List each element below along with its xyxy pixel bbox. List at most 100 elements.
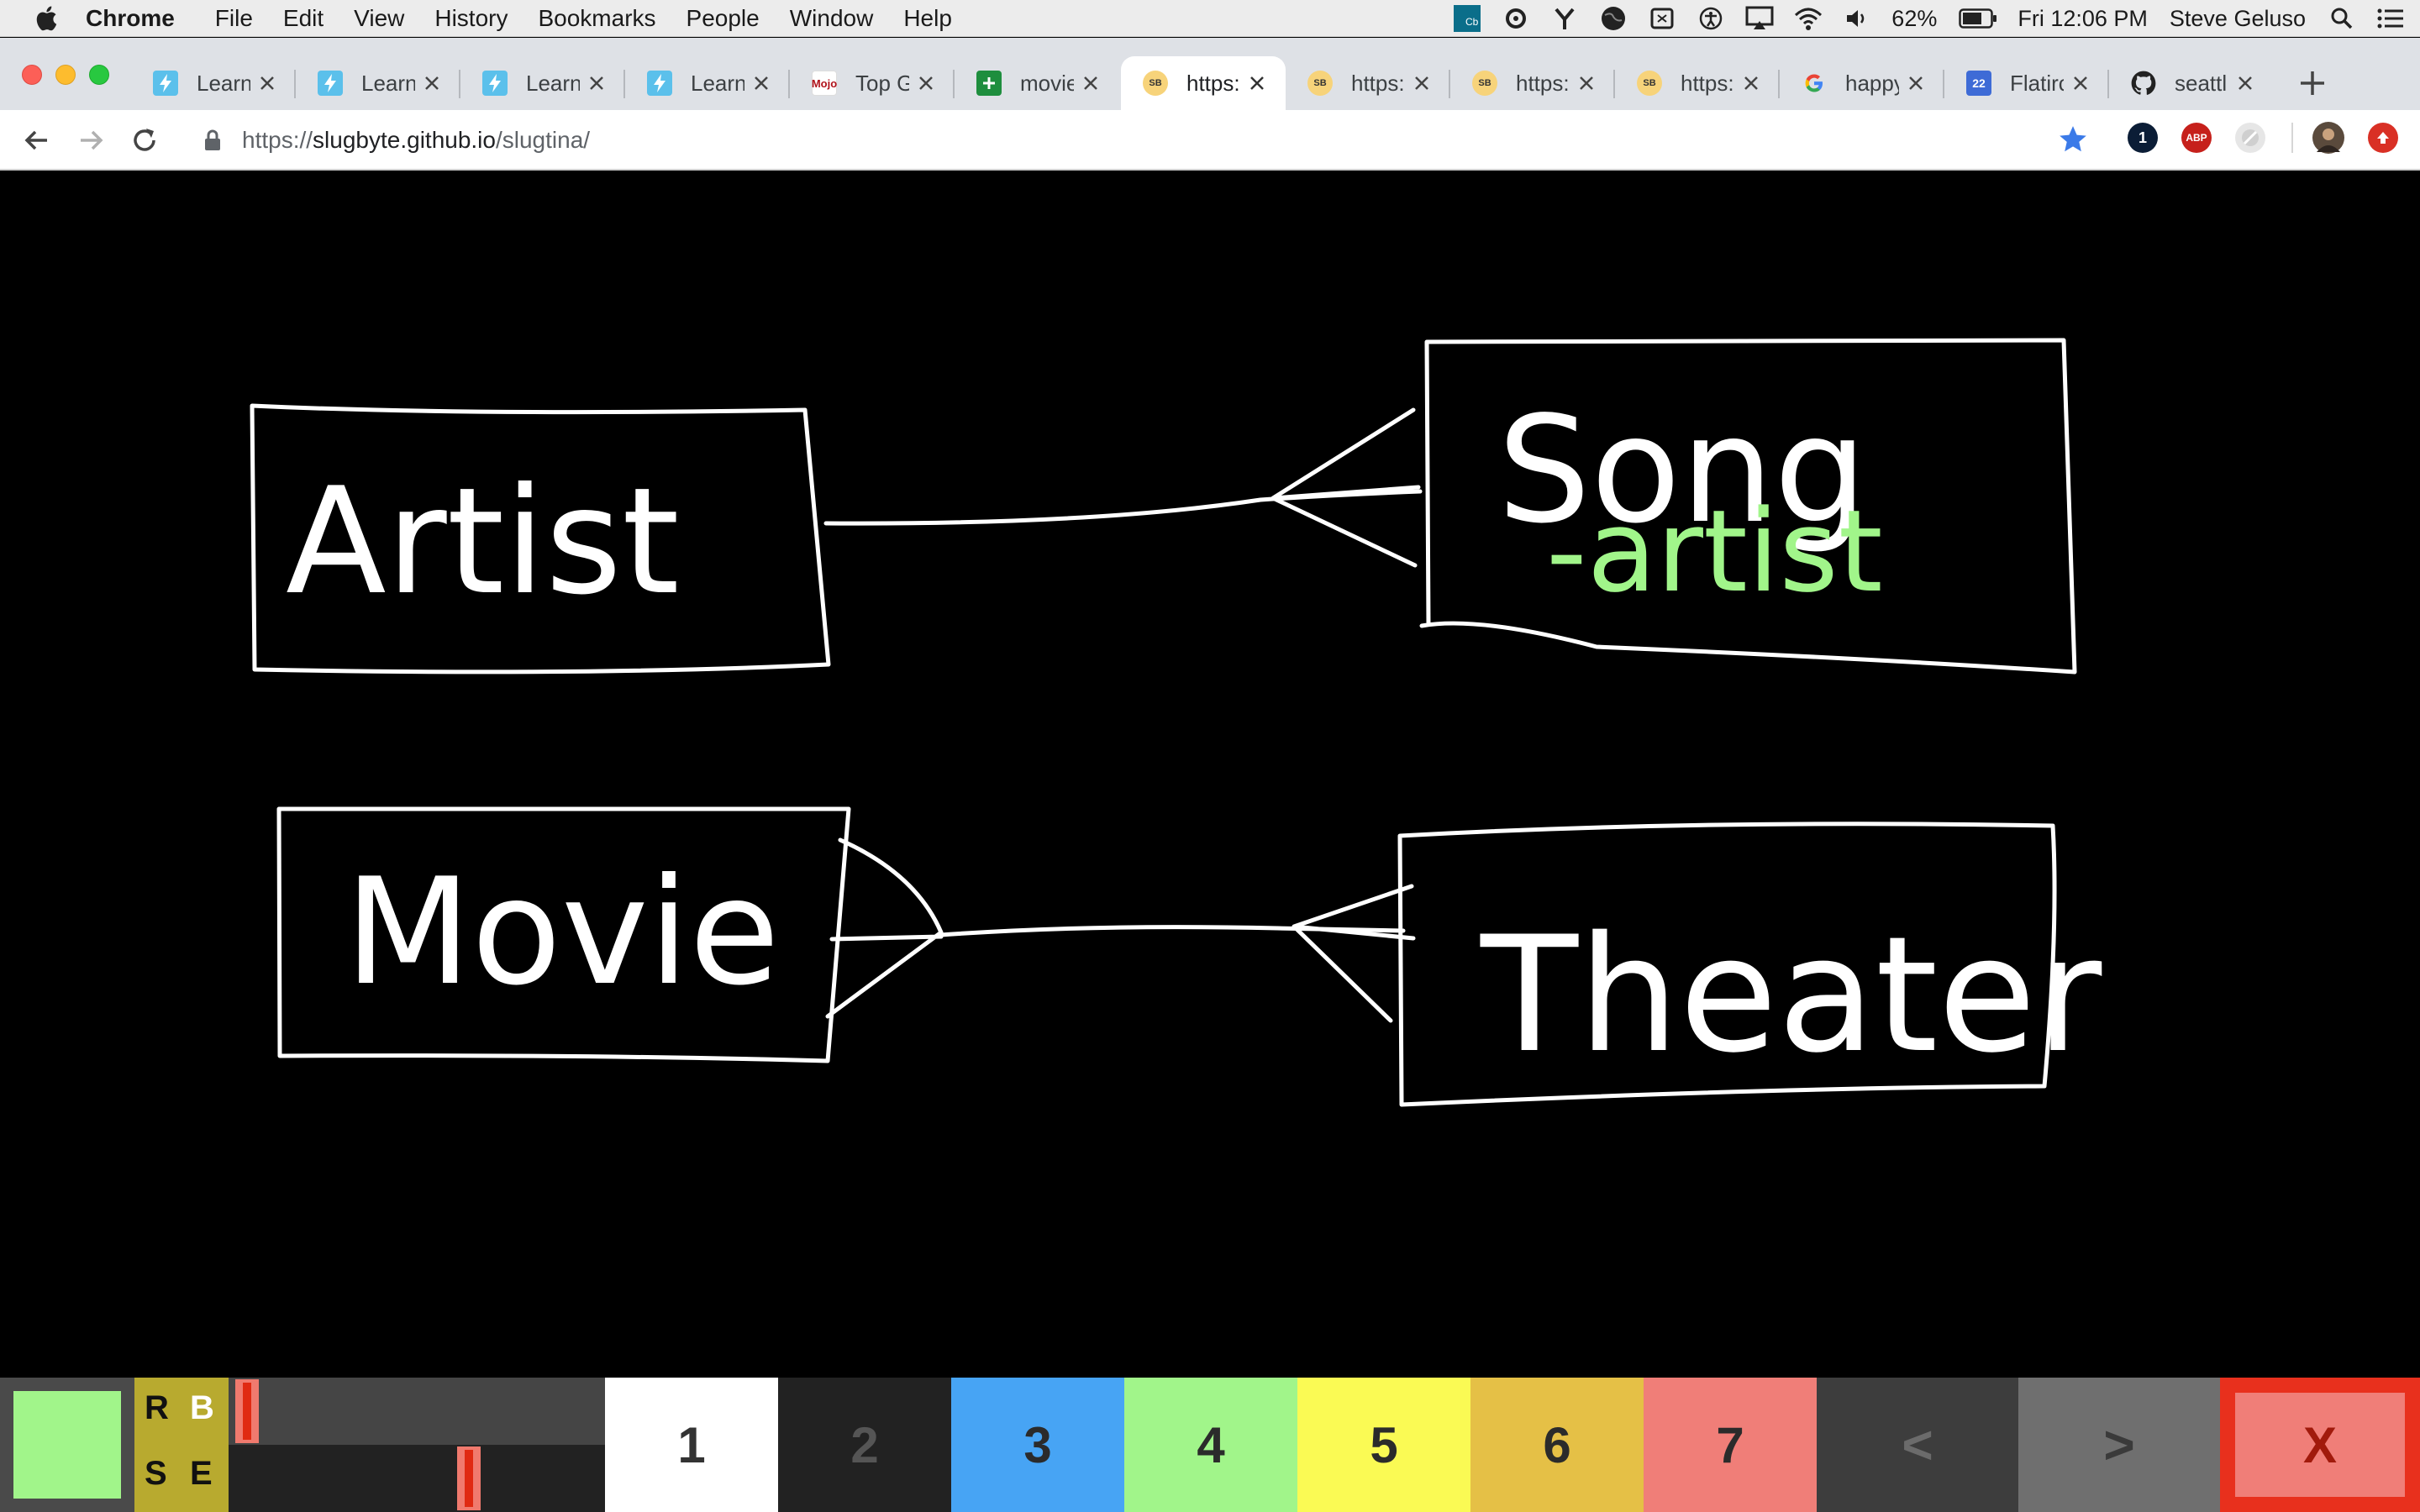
close-icon[interactable] bbox=[1741, 73, 1761, 93]
bookmark-star-icon[interactable] bbox=[2057, 123, 2089, 155]
brush-opacity-slider[interactable] bbox=[229, 1445, 605, 1512]
close-icon[interactable] bbox=[422, 73, 442, 93]
tab-github-seattle[interactable]: seattl bbox=[2109, 56, 2274, 110]
close-icon[interactable] bbox=[1576, 73, 1597, 93]
close-icon[interactable] bbox=[2070, 73, 2091, 93]
window-close-button[interactable] bbox=[22, 65, 42, 85]
notification-center-icon[interactable] bbox=[2376, 6, 2405, 31]
tab-title: movie bbox=[1020, 70, 1074, 96]
tab-box-office-mojo[interactable]: Mojo Top G bbox=[790, 56, 955, 110]
color-swatch-3[interactable]: 3 bbox=[951, 1378, 1124, 1512]
url-scheme: https:// bbox=[242, 127, 313, 153]
learn-bolt-icon bbox=[482, 71, 508, 96]
close-icon[interactable] bbox=[1247, 73, 1267, 93]
tab-slugbyte-4[interactable]: SB https: bbox=[1615, 56, 1780, 110]
menu-help[interactable]: Help bbox=[903, 5, 952, 32]
close-icon[interactable] bbox=[587, 73, 607, 93]
menu-history[interactable]: History bbox=[434, 5, 508, 32]
color-swatch-2[interactable]: 2 bbox=[778, 1378, 951, 1512]
battery-icon[interactable] bbox=[1959, 6, 1997, 31]
window-zoom-button[interactable] bbox=[89, 65, 109, 85]
clear-canvas-button[interactable]: X bbox=[2220, 1378, 2420, 1512]
airplay-icon[interactable] bbox=[1745, 6, 1774, 31]
extension-1password-icon[interactable]: 1 bbox=[2128, 123, 2158, 153]
address-bar[interactable]: https://slugbyte.github.io/slugtina/ bbox=[190, 118, 2072, 162]
lock-icon[interactable] bbox=[203, 129, 222, 152]
menu-people[interactable]: People bbox=[687, 5, 760, 32]
tab-title: Top G bbox=[855, 70, 909, 96]
new-tab-plus-icon[interactable] bbox=[2296, 66, 2329, 100]
song-crows-foot bbox=[1270, 407, 1421, 568]
close-icon[interactable] bbox=[751, 73, 771, 93]
brush-opacity-slider-handle[interactable] bbox=[457, 1446, 481, 1510]
volume-icon[interactable] bbox=[1843, 6, 1871, 31]
screen-share-icon[interactable] bbox=[1648, 6, 1676, 31]
brush-size-slider[interactable] bbox=[229, 1378, 605, 1445]
tab-learn-4[interactable]: Learn bbox=[625, 56, 790, 110]
redo-button[interactable]: > bbox=[2018, 1378, 2220, 1512]
tab-learn-3[interactable]: Learn bbox=[460, 56, 625, 110]
color-swatch-label: 7 bbox=[1716, 1416, 1744, 1473]
creative-cloud-icon[interactable] bbox=[1502, 6, 1530, 31]
close-icon[interactable] bbox=[1081, 73, 1101, 93]
tab-learn-1[interactable]: Learn bbox=[131, 56, 296, 110]
extension-1password-label: 1 bbox=[2138, 129, 2147, 146]
menu-user-name[interactable]: Steve Geluso bbox=[2170, 6, 2306, 32]
tab-slugbyte-2[interactable]: SB https: bbox=[1286, 56, 1450, 110]
menu-extras: Cb 62% Fri 12:06 PM Steve Geluso bbox=[1453, 0, 2420, 37]
current-color-swatch bbox=[13, 1391, 121, 1499]
menu-bookmarks[interactable]: Bookmarks bbox=[538, 5, 655, 32]
mode-letter-e: E bbox=[190, 1455, 213, 1492]
menu-window[interactable]: Window bbox=[790, 5, 874, 32]
accessibility-icon[interactable] bbox=[1697, 6, 1725, 31]
brush-mode-toggle[interactable]: R B S E bbox=[134, 1378, 229, 1512]
back-arrow-icon[interactable] bbox=[20, 123, 54, 157]
url-host: slugbyte.github.io bbox=[313, 127, 496, 153]
tab-sheets-movie[interactable]: movie bbox=[955, 56, 1119, 110]
apple-icon[interactable] bbox=[34, 4, 62, 33]
fork-icon[interactable] bbox=[1550, 6, 1579, 31]
codebase-badge-label: Cb bbox=[1454, 5, 1481, 32]
reload-icon[interactable] bbox=[128, 123, 161, 157]
menu-app-name[interactable]: Chrome bbox=[86, 5, 175, 32]
tab-slugtina-active[interactable]: SB https: bbox=[1121, 56, 1286, 110]
window-minimize-button[interactable] bbox=[55, 65, 76, 85]
extension-disabled-icon[interactable] bbox=[2235, 123, 2265, 153]
menu-edit[interactable]: Edit bbox=[283, 5, 324, 32]
codebase-badge-icon[interactable]: Cb bbox=[1453, 5, 1481, 32]
redo-button-label: > bbox=[2103, 1415, 2135, 1475]
color-swatch-7[interactable]: 7 bbox=[1644, 1378, 1817, 1512]
update-available-icon[interactable] bbox=[2368, 123, 2398, 153]
wifi-icon[interactable] bbox=[1794, 6, 1823, 31]
box-office-mojo-icon: Mojo bbox=[812, 71, 837, 96]
canvas-drawing: Artist Song Movie Theater -artist bbox=[250, 338, 2102, 1107]
color-swatch-5[interactable]: 5 bbox=[1297, 1378, 1470, 1512]
close-icon[interactable] bbox=[1906, 73, 1926, 93]
close-icon[interactable] bbox=[257, 73, 277, 93]
menu-clock[interactable]: Fri 12:06 PM bbox=[2018, 6, 2148, 32]
close-icon[interactable] bbox=[1412, 73, 1432, 93]
undo-button[interactable]: < bbox=[1817, 1378, 2018, 1512]
tab-learn-2[interactable]: Learn bbox=[296, 56, 460, 110]
close-icon[interactable] bbox=[2235, 73, 2255, 93]
drawing-canvas[interactable]: Artist Song Movie Theater -artist bbox=[0, 172, 2420, 1378]
tab-slugbyte-3[interactable]: SB https: bbox=[1450, 56, 1615, 110]
color-swatch-6[interactable]: 6 bbox=[1470, 1378, 1644, 1512]
globe-icon[interactable] bbox=[1599, 6, 1628, 31]
color-swatch-4[interactable]: 4 bbox=[1124, 1378, 1297, 1512]
profile-avatar[interactable] bbox=[2312, 122, 2344, 154]
extension-adblock-icon[interactable]: ABP bbox=[2181, 123, 2212, 153]
color-swatch-1[interactable]: 1 bbox=[605, 1378, 778, 1512]
tab-google-happy[interactable]: happy bbox=[1780, 56, 1944, 110]
spotlight-search-icon[interactable] bbox=[2328, 6, 2356, 31]
current-color-cell[interactable] bbox=[0, 1378, 134, 1512]
close-icon[interactable] bbox=[916, 73, 936, 93]
menu-view[interactable]: View bbox=[354, 5, 404, 32]
tab-flatiron-calendar[interactable]: 22 Flatirc bbox=[1944, 56, 2109, 110]
tab-title: Flatirc bbox=[2010, 70, 2064, 96]
tab-title: https: bbox=[1186, 70, 1240, 96]
github-icon bbox=[2131, 71, 2156, 96]
menu-file[interactable]: File bbox=[215, 5, 253, 32]
brush-size-slider-handle[interactable] bbox=[235, 1379, 259, 1443]
forward-arrow-icon[interactable] bbox=[74, 123, 108, 157]
